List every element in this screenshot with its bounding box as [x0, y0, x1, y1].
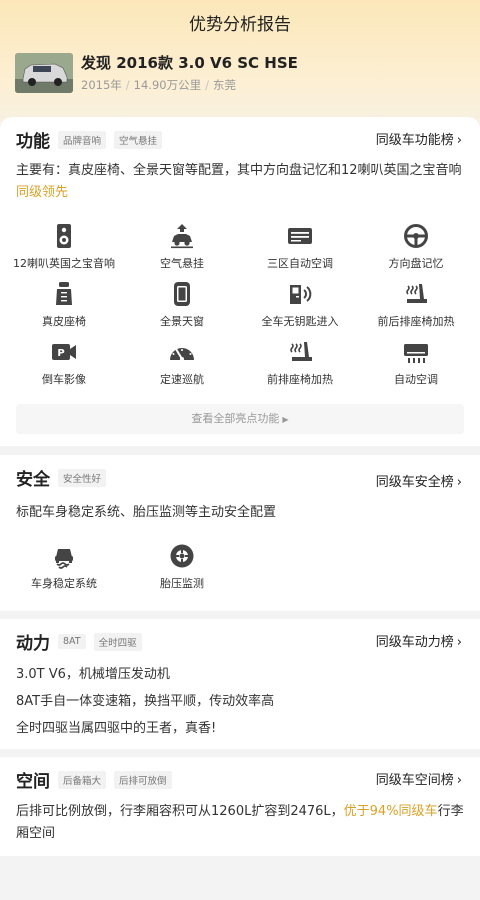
- meta-separator: /: [205, 78, 209, 92]
- power-title: 动力: [16, 634, 50, 654]
- reverse-camera-icon: P: [52, 344, 76, 360]
- function-header: 功能 品牌音响 空气悬挂: [16, 127, 163, 152]
- function-title: 功能: [16, 132, 50, 152]
- function-tag: 空气悬挂: [114, 130, 163, 149]
- feature-item[interactable]: 胎压监测: [122, 543, 242, 591]
- power-section: 动力 8AT 全时四驱 同级车动力榜 › 3.0T V6，机械增压发动机 8AT手…: [0, 619, 480, 749]
- power-tag: 8AT: [58, 634, 86, 649]
- power-line: 8AT手自一体变速箱，换挡平顺，传动效率高: [16, 694, 275, 709]
- power-line: 3.0T V6，机械增压发动机: [16, 667, 170, 682]
- feature-label: 前后排座椅加热: [377, 315, 455, 328]
- space-tag: 后排可放倒: [114, 770, 172, 789]
- safety-rank-label: 同级车安全榜: [375, 475, 454, 490]
- car-title: 发现 2016款 3.0 V6 SC HSE: [81, 54, 298, 72]
- chevron-right-icon: ›: [456, 133, 462, 148]
- power-rank-link[interactable]: 同级车动力榜 ›: [376, 631, 462, 650]
- feature-label: 方向盘记忆: [388, 257, 444, 270]
- function-description: 主要有：真皮座椅、全景天窗等配置，其中方向盘记忆和12喇叭英国之宝音响同级领先: [16, 160, 466, 204]
- feature-label: 全景天窗: [160, 315, 204, 328]
- tire-pressure-icon: [170, 544, 194, 568]
- auto-ac-icon: [404, 344, 428, 363]
- triangle-right-icon: ▶: [282, 415, 289, 424]
- air-suspension-icon: [171, 224, 193, 249]
- chevron-right-icon: ›: [456, 475, 462, 490]
- space-desc-text: 后排可比例放倒，行李厢容积可从1260L扩容到2476L，: [16, 804, 344, 819]
- feature-item[interactable]: 方向盘记忆: [356, 223, 476, 271]
- safety-header: 安全 安全性好: [16, 465, 107, 490]
- safety-section: 安全 安全性好 同级车安全榜 › 标配车身稳定系统、胎压监测等主动安全配置 车身稳…: [0, 455, 480, 611]
- function-rank-label: 同级车功能榜: [375, 133, 454, 148]
- safety-rank-link[interactable]: 同级车安全榜 ›: [376, 471, 462, 490]
- meta-separator: /: [125, 78, 130, 92]
- power-rank-label: 同级车动力榜: [375, 635, 454, 650]
- feature-item[interactable]: 定速巡航: [122, 339, 242, 387]
- keyless-entry-icon: [290, 285, 312, 304]
- feature-label: 倒车影像: [42, 373, 86, 386]
- feature-item[interactable]: 12喇叭英国之宝音响: [4, 223, 124, 271]
- function-rank-link[interactable]: 同级车功能榜 ›: [376, 129, 462, 148]
- function-desc-text: 主要有：真皮座椅、全景天窗等配置，其中方向盘记忆和12喇叭英国之宝音响: [16, 163, 462, 178]
- space-section: 空间 后备箱大 后排可放倒 同级车空间榜 › 后排可比例放倒，行李厢容积可从126…: [0, 757, 480, 856]
- feature-label: 前排座椅加热: [267, 373, 333, 386]
- space-tag: 后备箱大: [58, 770, 107, 789]
- space-description: 后排可比例放倒，行李厢容积可从1260L扩容到2476L，优于94%同级车行李厢…: [16, 801, 466, 845]
- feature-item[interactable]: 前排座椅加热: [240, 339, 360, 387]
- feature-label: 定速巡航: [160, 373, 204, 386]
- feature-label: 全车无钥匙进入: [261, 315, 339, 328]
- panoramic-sunroof-icon: [174, 282, 190, 306]
- feature-item[interactable]: 车身稳定系统: [4, 543, 124, 591]
- space-header: 空间 后备箱大 后排可放倒: [16, 767, 172, 792]
- feature-item[interactable]: 三区自动空调: [240, 223, 360, 271]
- feature-item[interactable]: 空气悬挂: [122, 223, 242, 271]
- chevron-right-icon: ›: [456, 635, 462, 650]
- feature-item[interactable]: 全车无钥匙进入: [240, 281, 360, 329]
- power-line: 全时四驱当属四驱中的王者，真香!: [16, 721, 217, 736]
- power-header: 动力 8AT 全时四驱: [16, 629, 142, 654]
- feature-label: 12喇叭英国之宝音响: [13, 257, 115, 270]
- front-seat-heating-icon: [290, 342, 312, 361]
- feature-item[interactable]: 真皮座椅: [4, 281, 124, 329]
- svg-text:P: P: [57, 348, 64, 359]
- function-section: 功能 品牌音响 空气悬挂 同级车功能榜 › 主要有：真皮座椅、全景天窗等配置，其中…: [0, 117, 480, 446]
- leather-seat-icon: [56, 282, 72, 305]
- car-mileage: 14.90万公里: [133, 78, 202, 92]
- view-all-label: 查看全部亮点功能: [191, 412, 280, 425]
- feature-item[interactable]: P 倒车影像: [4, 339, 124, 387]
- safety-title: 安全: [16, 470, 50, 490]
- safety-description: 标配车身稳定系统、胎压监测等主动安全配置: [16, 505, 277, 520]
- space-title: 空间: [16, 772, 50, 792]
- feature-item[interactable]: 全景天窗: [122, 281, 242, 329]
- space-desc-highlight: 优于94%同级车: [343, 804, 438, 819]
- page-title: 优势分析报告: [189, 15, 291, 35]
- feature-label: 空气悬挂: [160, 257, 204, 270]
- car-year: 2015年: [81, 78, 122, 92]
- safety-tag: 安全性好: [58, 468, 107, 487]
- space-rank-label: 同级车空间榜: [375, 773, 454, 788]
- feature-item[interactable]: 自动空调: [356, 339, 476, 387]
- speaker-icon: [57, 224, 71, 248]
- view-all-features-button[interactable]: 查看全部亮点功能 ▶: [16, 404, 464, 434]
- climate-control-icon: [288, 228, 312, 244]
- function-tag: 品牌音响: [58, 130, 107, 149]
- seat-heating-icon: [406, 284, 427, 303]
- cruise-control-icon: [170, 348, 194, 361]
- car-city: 东莞: [212, 78, 236, 92]
- car-thumbnail[interactable]: [15, 53, 73, 93]
- stability-control-icon: [55, 549, 73, 569]
- feature-item[interactable]: 前后排座椅加热: [356, 281, 476, 329]
- feature-label: 车身稳定系统: [31, 577, 97, 590]
- feature-label: 胎压监测: [160, 577, 204, 590]
- power-tag: 全时四驱: [93, 632, 142, 651]
- car-meta: 2015年/14.90万公里 / 东莞: [81, 77, 236, 93]
- space-rank-link[interactable]: 同级车空间榜 ›: [376, 769, 462, 788]
- feature-label: 三区自动空调: [267, 257, 333, 270]
- feature-label: 自动空调: [394, 373, 438, 386]
- feature-label: 真皮座椅: [42, 315, 86, 328]
- chevron-right-icon: ›: [456, 773, 462, 788]
- steering-wheel-icon: [404, 224, 428, 248]
- function-desc-highlight: 同级领先: [16, 185, 69, 200]
